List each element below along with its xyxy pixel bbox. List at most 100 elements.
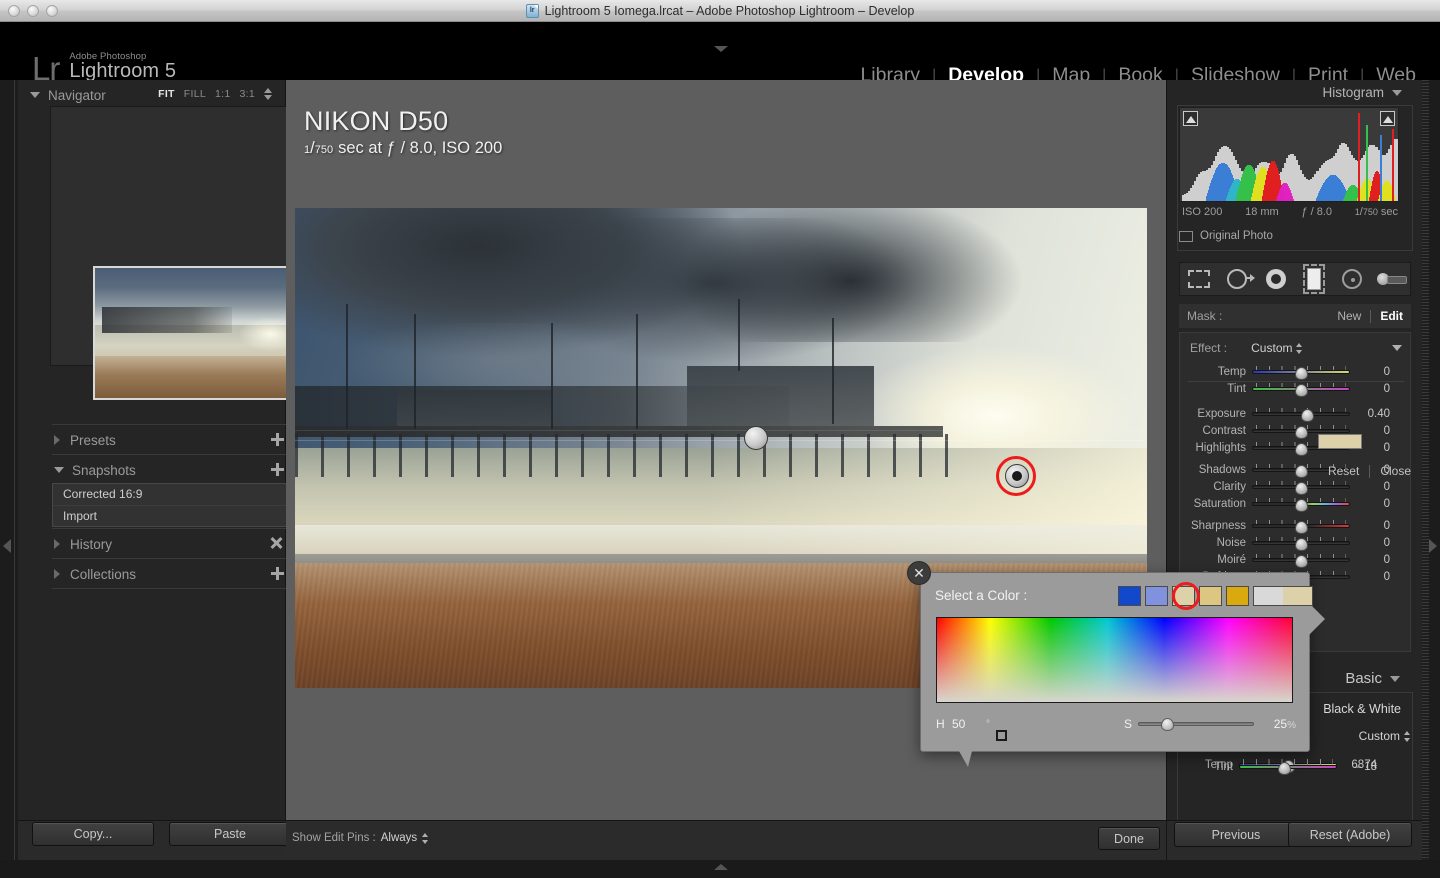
presets-panel-header[interactable]: Presets (52, 429, 290, 451)
effect-row[interactable]: Effect : Custom (1190, 339, 1402, 357)
add-snapshot-button[interactable] (271, 463, 284, 476)
chevron-right-icon[interactable] (54, 569, 62, 579)
collections-panel-header[interactable]: Collections (52, 563, 290, 585)
slider-track[interactable] (1252, 519, 1350, 534)
right-panel-collapse-arrow[interactable] (1429, 539, 1437, 553)
right-panel-resize-handle[interactable] (1422, 80, 1429, 860)
basic-panel-header[interactable]: Basic (1345, 670, 1400, 687)
slider-knob[interactable] (1294, 537, 1308, 551)
slider-knob[interactable] (1294, 425, 1308, 439)
effect-slider-noise[interactable]: Noise 0 (1180, 534, 1412, 551)
top-panel-toggle-arrow[interactable] (714, 46, 728, 52)
saturation-slider-knob[interactable] (1160, 718, 1174, 731)
reset-adobe-button[interactable]: Reset (Adobe) (1288, 822, 1412, 847)
effect-slider-contrast[interactable]: Contrast 0 (1180, 422, 1412, 439)
minimize-window-button[interactable] (27, 5, 39, 17)
snapshots-list[interactable]: Corrected 16:9 Import (52, 483, 290, 527)
graduated-filter-handle[interactable] (744, 426, 768, 450)
effect-slider-moir[interactable]: Moiré 0 (1180, 551, 1412, 568)
navigator-zoom-1-1[interactable]: 1:1 (215, 88, 231, 100)
chevron-down-icon[interactable] (1390, 675, 1400, 682)
effect-slider-temp[interactable]: Temp 0 (1180, 363, 1412, 380)
slider-value[interactable]: 0 (1350, 537, 1398, 549)
slider-track[interactable] (1252, 536, 1350, 551)
effect-disclosure-icon[interactable] (1392, 345, 1402, 351)
slider-track[interactable] (1252, 497, 1350, 512)
chevron-updown-icon[interactable] (1296, 342, 1303, 354)
chevron-down-icon[interactable] (30, 92, 40, 98)
previous-button[interactable]: Previous (1174, 822, 1298, 847)
saturation-slider[interactable] (1138, 718, 1254, 731)
highlight-clipping-indicator[interactable] (1380, 111, 1395, 126)
color-swatch-3[interactable] (1199, 586, 1222, 606)
close-button[interactable]: Close (1380, 464, 1411, 478)
develop-tool-strip[interactable] (1179, 262, 1411, 296)
add-collection-button[interactable] (271, 567, 284, 580)
slider-value[interactable]: 0 (1350, 571, 1398, 583)
histogram-panel-header[interactable]: Histogram (1322, 85, 1402, 100)
snapshots-panel-header[interactable]: Snapshots (52, 459, 290, 481)
navigator-zoom-3-1[interactable]: 3:1 (240, 88, 256, 100)
slider-value[interactable]: 0 (1350, 498, 1398, 510)
slider-knob[interactable] (1294, 554, 1308, 568)
slider-track[interactable] (1252, 382, 1350, 397)
mask-new-button[interactable]: New (1337, 309, 1361, 323)
slider-knob[interactable] (1294, 520, 1308, 534)
red-eye-correction-tool[interactable] (1259, 266, 1293, 292)
close-icon[interactable]: ✕ (907, 561, 931, 585)
effect-slider-exposure[interactable]: Exposure 0.40 (1180, 405, 1412, 422)
slider-knob[interactable] (1294, 442, 1308, 456)
left-panel-collapse-arrow[interactable] (3, 539, 11, 553)
slider-knob[interactable] (1294, 366, 1308, 380)
slider-value[interactable]: 0 (1350, 383, 1398, 395)
spot-removal-tool[interactable] (1220, 266, 1256, 292)
slider-track[interactable] (1252, 480, 1350, 495)
original-photo-toggle[interactable]: Original Photo (1179, 230, 1273, 242)
effect-slider-sharpness[interactable]: Sharpness 0 (1180, 517, 1412, 534)
radial-filter-tool[interactable] (1335, 266, 1369, 292)
chevron-down-icon[interactable] (54, 467, 64, 473)
list-item[interactable]: Import (53, 505, 289, 526)
zoom-window-button[interactable] (46, 5, 58, 17)
effect-slider-saturation[interactable]: Saturation 0 (1180, 495, 1412, 512)
slider-knob[interactable] (1277, 761, 1291, 775)
slider-track[interactable] (1239, 760, 1337, 775)
white-balance-value[interactable]: Custom (1359, 729, 1400, 743)
hue-saturation-row[interactable]: H 50 ° S 25% (936, 713, 1296, 735)
navigator-thumbnail[interactable] (93, 266, 314, 400)
effect-slider-highlights[interactable]: Highlights 0 (1180, 439, 1412, 456)
color-picker-popup[interactable]: ✕ Select a Color : H 50 ° S 25% (907, 561, 1325, 767)
done-button[interactable]: Done (1098, 827, 1160, 850)
effect-value[interactable]: Custom (1251, 341, 1292, 355)
navigator-zoom-levels[interactable]: FIT FILL 1:1 3:1 (158, 88, 272, 100)
slider-value[interactable]: 0.40 (1350, 408, 1398, 420)
copy-button[interactable]: Copy... (32, 822, 154, 846)
slider-value[interactable]: 0 (1350, 481, 1398, 493)
effect-slider-tint[interactable]: Tint 0 (1180, 380, 1412, 397)
show-edit-pins-control[interactable]: Show Edit Pins : Always (292, 832, 429, 844)
reset-button[interactable]: Reset (1328, 464, 1359, 478)
mask-edit-button[interactable]: Edit (1380, 309, 1403, 323)
graduated-filter-tool[interactable] (1297, 264, 1331, 294)
window-traffic-lights[interactable] (8, 5, 58, 17)
close-window-button[interactable] (8, 5, 20, 17)
slider-knob[interactable] (1294, 498, 1308, 512)
chevron-updown-icon[interactable] (264, 88, 272, 100)
chevron-down-icon[interactable] (1392, 89, 1402, 96)
basic-slider-tint[interactable]: Tint – 18 (1167, 758, 1399, 775)
slider-value[interactable]: – 18 (1337, 761, 1385, 773)
slider-value[interactable]: 0 (1350, 366, 1398, 378)
chevron-right-icon[interactable] (54, 435, 62, 445)
histogram-graph[interactable] (1179, 107, 1399, 202)
slider-knob[interactable] (1294, 383, 1308, 397)
saturation-value[interactable]: 25% (1254, 717, 1296, 731)
effect-color-swatch[interactable] (1318, 434, 1362, 449)
navigator-preview-box[interactable] (50, 106, 314, 400)
slider-track[interactable] (1252, 407, 1350, 422)
slider-knob[interactable] (1294, 481, 1308, 495)
navigator-panel-header[interactable]: Navigator FIT FILL 1:1 3:1 (28, 84, 276, 106)
color-swatch-0[interactable] (1118, 586, 1141, 606)
chevron-updown-icon[interactable] (422, 832, 429, 844)
slider-value[interactable]: 0 (1350, 520, 1398, 532)
color-swatch-4[interactable] (1226, 586, 1249, 606)
